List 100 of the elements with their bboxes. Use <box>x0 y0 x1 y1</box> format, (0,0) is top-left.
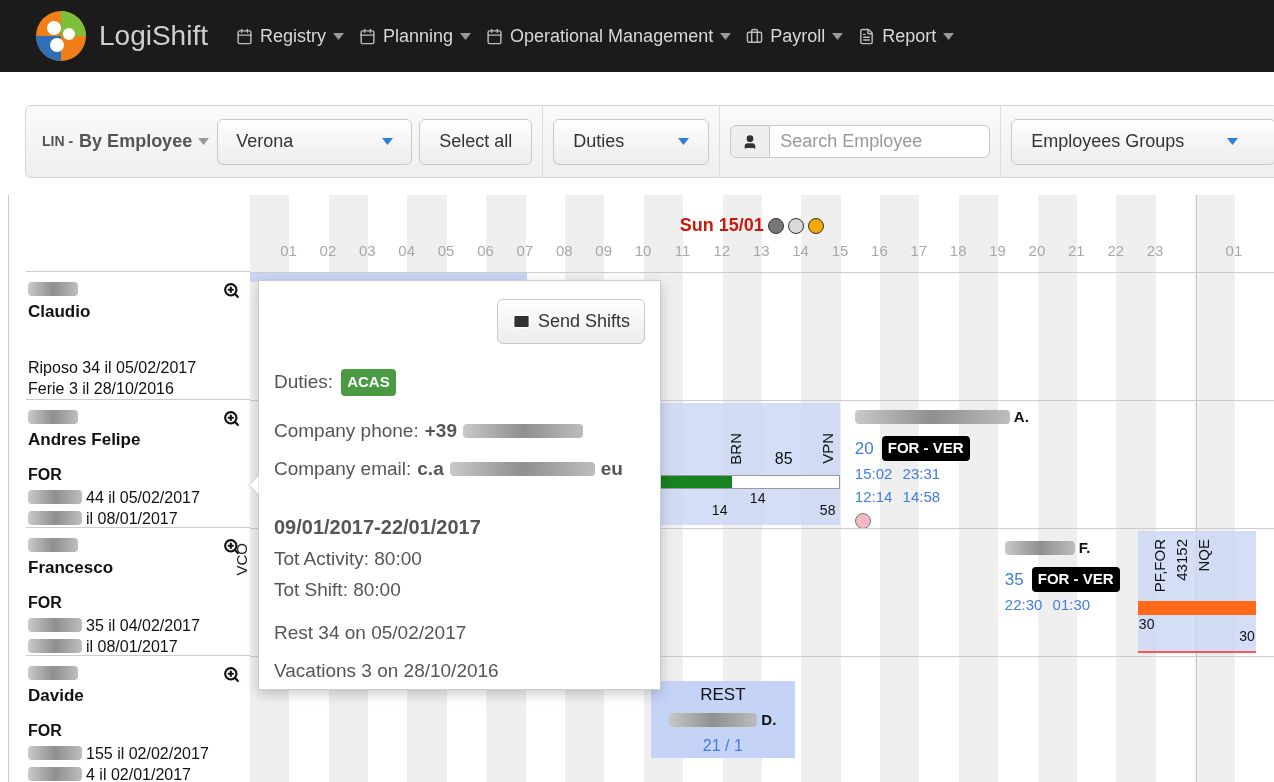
duty-code: BRN <box>727 433 743 465</box>
hour-label: 01 <box>1224 241 1244 261</box>
employee-role: FOR <box>28 464 62 485</box>
shift-number: 14 <box>711 503 728 517</box>
shift-block[interactable]: PF,FOR 43152 NQE 30 30 <box>1137 531 1256 653</box>
zoom-icon[interactable] <box>222 282 240 299</box>
shift-number: 30 <box>1138 617 1155 631</box>
duties-label: Duties: <box>274 370 334 394</box>
rest-label: REST <box>700 683 746 706</box>
shift-times: 12:14 14:58 <box>854 487 942 507</box>
vacations-info: Vacations 3 on 28/10/2016 <box>274 659 500 683</box>
rest-block[interactable]: REST D. 21 / 1 <box>650 681 795 758</box>
total-activity: Tot Activity: 80:00 <box>274 546 423 571</box>
total-shift: Tot Shift: 80:00 <box>274 578 402 602</box>
phone-value: +39 <box>424 418 457 443</box>
hour-label: 13 <box>751 241 771 261</box>
caret-icon <box>382 138 394 145</box>
menu-item[interactable]: Planning <box>359 22 472 50</box>
hour-label: 04 <box>397 241 417 261</box>
view-dropdown[interactable]: LIN - By Employee <box>42 128 210 155</box>
hour-label: 14 <box>791 241 810 261</box>
counter-text: 4 il 02/01/2017 <box>86 764 191 782</box>
counter-text: 35 il 04/02/2017 <box>86 615 200 636</box>
shift-number: 30 <box>1239 629 1255 643</box>
hour-label: 12 <box>712 241 732 261</box>
blurred-text <box>28 282 78 296</box>
period-range: 09/01/2017-22/01/2017 <box>274 514 482 540</box>
employee-role: FOR <box>28 592 62 613</box>
menu-item[interactable]: Payroll <box>746 22 844 50</box>
location-dropdown[interactable]: Verona <box>217 118 413 165</box>
hour-label: 17 <box>909 241 929 261</box>
blurred-text <box>28 538 78 552</box>
select-all-button[interactable]: Select all <box>419 118 533 165</box>
counter-text: Riposo 34 il 05/02/2017 <box>28 358 197 378</box>
menu-item[interactable]: Registry <box>235 22 344 50</box>
shift-number: 58 <box>819 503 836 517</box>
caret-icon <box>198 138 210 145</box>
employee-name: Andres Felipe <box>28 429 141 451</box>
hour-label: 05 <box>436 241 456 261</box>
logo-icon <box>35 10 87 62</box>
employee-name: Davide <box>28 685 84 707</box>
duty-code: PF,FOR <box>1151 539 1167 593</box>
shift-times: 22:30 01:30 <box>1004 595 1092 615</box>
email-end: eu <box>600 457 623 481</box>
blurred-text <box>1004 541 1075 556</box>
hour-label: 11 <box>673 241 692 261</box>
hour-label: 19 <box>988 241 1007 261</box>
caret-icon <box>333 32 344 40</box>
caret-icon <box>832 32 844 40</box>
hour-label: 10 <box>633 241 653 261</box>
duties-dropdown[interactable]: Duties <box>553 118 710 165</box>
caret-icon <box>1227 138 1239 145</box>
caret-icon <box>460 32 472 40</box>
employee-initial: D. <box>761 710 777 730</box>
employee-role: FOR <box>28 720 62 741</box>
briefcase-icon <box>746 27 764 45</box>
search-field[interactable]: Search Employee <box>770 125 991 158</box>
groups-dropdown[interactable]: Employees Groups <box>1011 118 1274 165</box>
duty-badge: FOR - VER <box>881 436 970 461</box>
employee-initial: F. <box>1078 538 1091 558</box>
day-label: Sun 15/01 <box>679 214 764 237</box>
counter-text: il 08/01/2017 <box>86 636 178 657</box>
menu-item[interactable]: Report <box>858 22 955 50</box>
counter-text: Ferie 3 il 28/10/2016 <box>28 379 174 399</box>
employee-initial: A. <box>1013 407 1029 427</box>
document-icon <box>858 27 876 45</box>
shift-times: 15:02 23:31 <box>854 464 942 484</box>
shift-number: 14 <box>749 491 766 505</box>
duty-badge: ACAS <box>341 369 396 396</box>
hour-label: 20 <box>1027 241 1047 261</box>
hour-label: 15 <box>830 241 850 261</box>
email-label: Company email: <box>274 457 412 481</box>
hour-label: 22 <box>1106 241 1126 261</box>
duty-code: 43152 <box>1173 539 1189 581</box>
shift-value: 85 <box>774 449 793 469</box>
hour-label: 08 <box>554 241 574 261</box>
email-start: c.a <box>417 457 444 481</box>
zoom-icon[interactable] <box>222 410 240 427</box>
shift-count: 20 <box>854 437 874 460</box>
hour-label: 16 <box>870 241 889 261</box>
counter-text: 44 il 05/02/2017 <box>86 487 200 508</box>
rest-count: 21 / 1 <box>702 735 743 756</box>
blurred-text <box>28 666 78 680</box>
zoom-icon[interactable] <box>222 666 240 683</box>
hour-label: 01 <box>279 241 298 261</box>
counter-text: 155 il 02/02/2017 <box>86 743 209 764</box>
phone-label: Company phone: <box>274 418 419 443</box>
menu-item[interactable]: Operational Management <box>486 22 732 50</box>
duty-code: VPN <box>819 433 835 464</box>
hour-label: 21 <box>1067 241 1086 261</box>
shift-count: 35 <box>1004 568 1024 591</box>
calendar-icon <box>359 27 376 45</box>
hour-label: 02 <box>318 241 338 261</box>
calendar-icon <box>486 27 504 45</box>
hour-label: 18 <box>948 241 968 261</box>
blurred-text <box>28 410 78 424</box>
send-shifts-button[interactable]: Send Shifts <box>496 299 645 344</box>
brand-name[interactable]: LogiShift <box>99 15 208 57</box>
caret-icon <box>943 32 955 40</box>
hour-label: 23 <box>1145 241 1165 261</box>
